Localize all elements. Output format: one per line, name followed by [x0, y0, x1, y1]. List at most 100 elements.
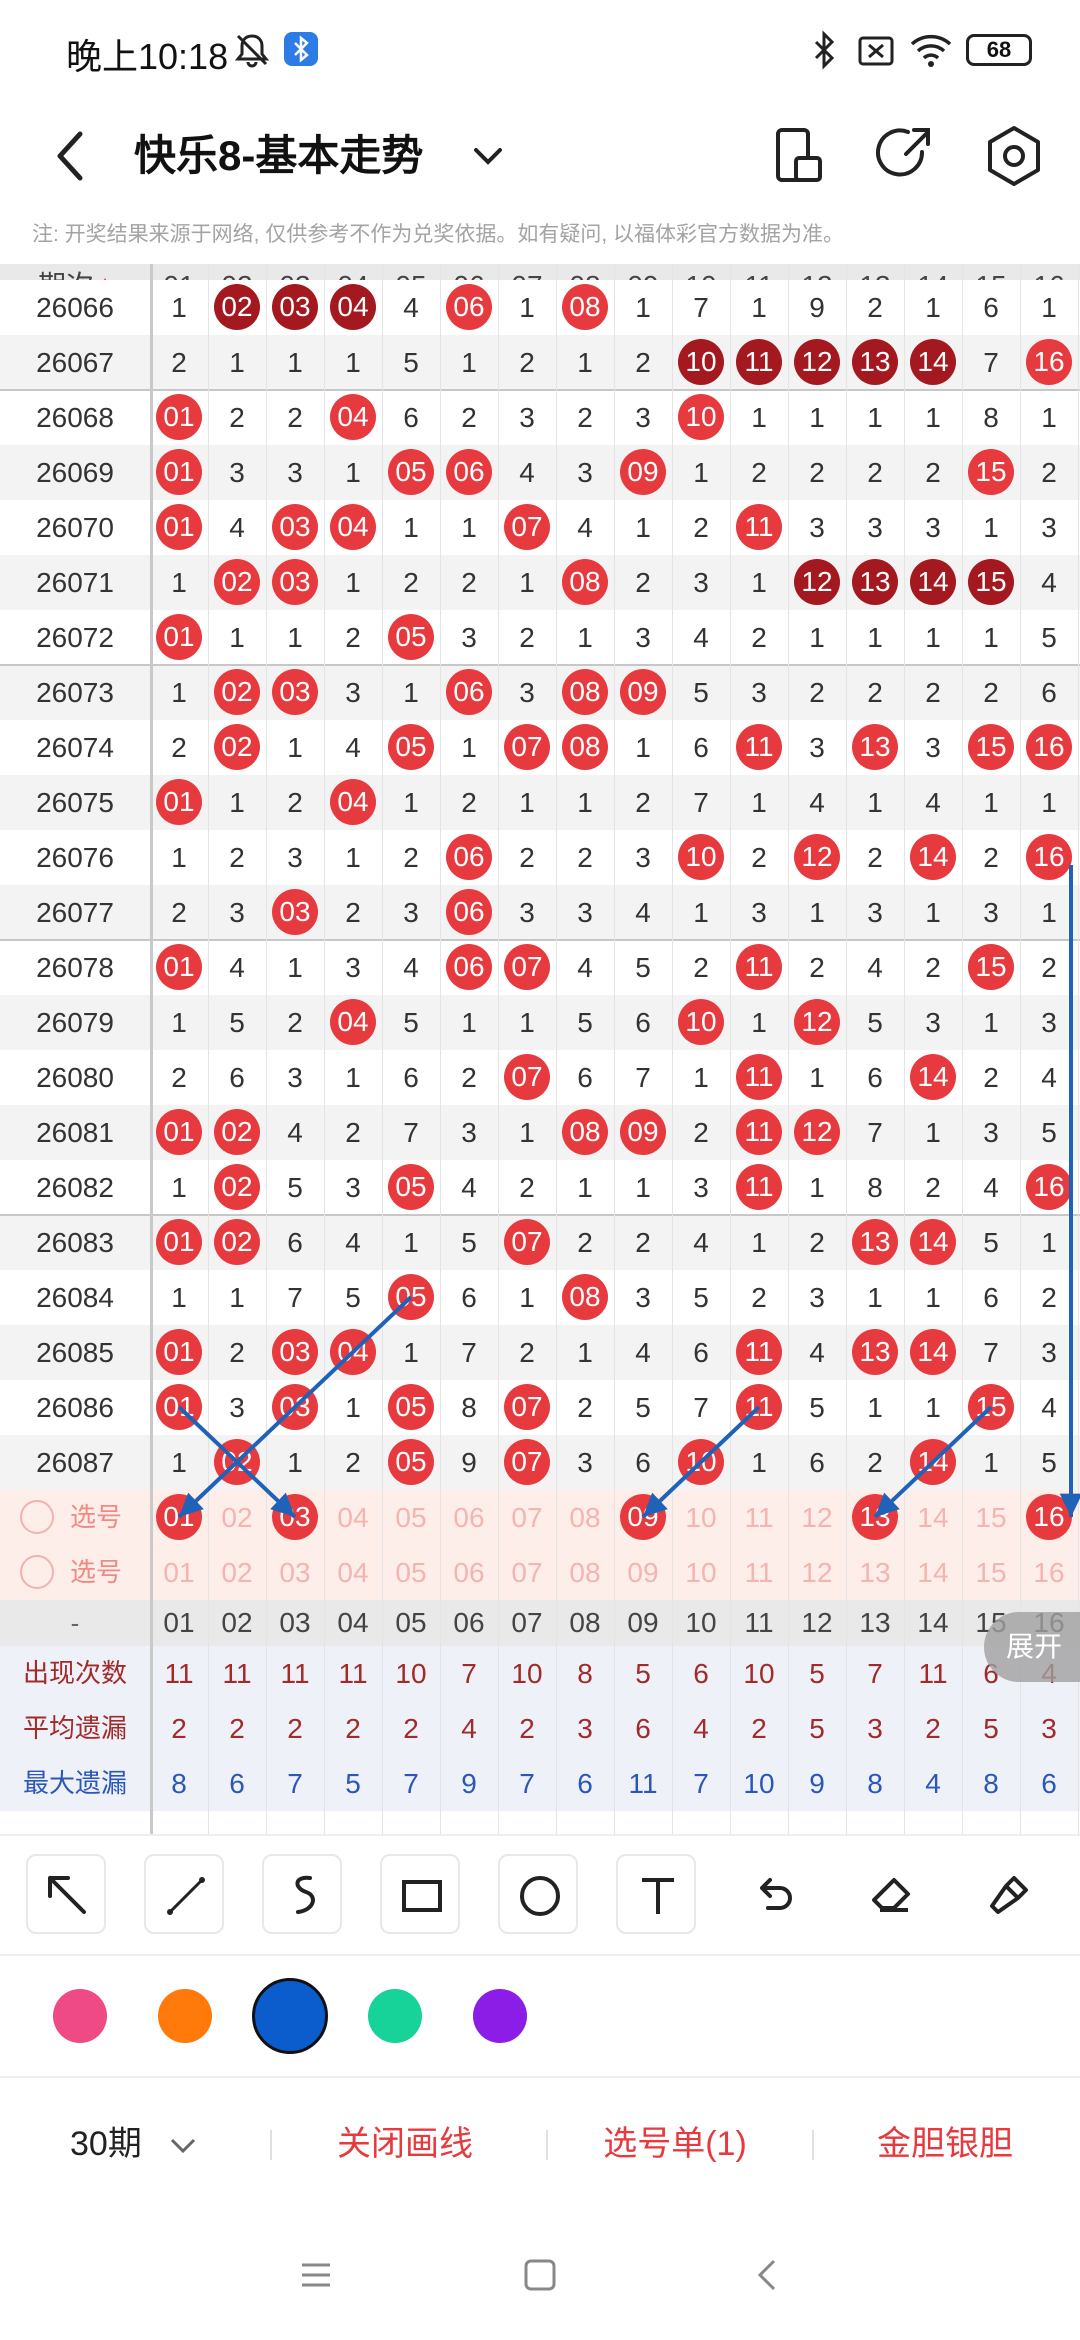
period-select[interactable]: 30期 [70, 2114, 220, 2174]
stats-value: 8 [171, 1768, 187, 1799]
tool-button[interactable] [852, 1854, 932, 1934]
tool-button[interactable] [26, 1854, 106, 1934]
pick-list-button[interactable]: 选号单(1) [570, 2114, 780, 2174]
winning-number-ball: 03 [272, 284, 318, 330]
share-icon[interactable] [862, 114, 946, 198]
winning-number-ball: 04 [330, 1329, 376, 1375]
settings-icon[interactable] [972, 114, 1056, 198]
close-lines-button[interactable]: 关闭画线 [300, 2114, 510, 2174]
pick-number[interactable]: 09 [614, 1545, 672, 1600]
omission-cell: 3 [983, 897, 999, 928]
back-arrow-icon[interactable] [40, 116, 100, 196]
page-title[interactable]: 快乐8-基本走势 [134, 118, 423, 194]
omission-cell: 2 [809, 457, 825, 488]
pick-number[interactable]: 14 [904, 1490, 962, 1545]
winning-number-ball: 12 [794, 834, 840, 880]
omission-cell: 3 [345, 952, 361, 983]
selected-number-ball[interactable]: 09 [620, 1494, 666, 1540]
chevron-down-icon[interactable] [468, 126, 508, 186]
pick-number[interactable]: 02 [208, 1490, 266, 1545]
selected-number-ball[interactable]: 03 [272, 1494, 318, 1540]
back-icon[interactable] [748, 2255, 788, 2295]
pick-number[interactable]: 07 [498, 1490, 556, 1545]
omission-cell: 2 [867, 1447, 883, 1478]
home-icon[interactable] [520, 2255, 560, 2295]
tool-button[interactable] [498, 1854, 578, 1934]
stats-value: 2 [345, 1713, 361, 1744]
menu-icon[interactable] [296, 2255, 336, 2295]
pick-radio[interactable] [20, 1500, 54, 1534]
pick-radio[interactable] [20, 1555, 54, 1589]
pick-number[interactable]: 07 [498, 1545, 556, 1600]
winning-number-ball: 12 [794, 1109, 840, 1155]
pick-number[interactable]: 02 [208, 1545, 266, 1600]
omission-cell: 1 [345, 347, 361, 378]
pick-number[interactable]: 10 [672, 1490, 730, 1545]
stats-value: 9 [809, 1768, 825, 1799]
pick-number[interactable]: 04 [324, 1490, 382, 1545]
color-swatch[interactable] [368, 1989, 422, 2043]
pick-number[interactable]: 08 [556, 1545, 614, 1600]
selected-number-ball[interactable]: 13 [852, 1494, 898, 1540]
pick-number[interactable]: 05 [382, 1490, 440, 1545]
color-swatch[interactable] [158, 1989, 212, 2043]
omission-cell: 2 [229, 402, 245, 433]
pick-number[interactable]: 11 [730, 1545, 788, 1600]
selected-number-ball[interactable]: 01 [156, 1494, 202, 1540]
winning-number-ball: 14 [910, 1439, 956, 1485]
winning-number-ball: 07 [504, 944, 550, 990]
pick-number[interactable]: 15 [962, 1545, 1020, 1600]
pick-number[interactable]: 16 [1020, 1545, 1078, 1600]
pick-number[interactable]: 08 [556, 1490, 614, 1545]
pick-number[interactable]: 12 [788, 1490, 846, 1545]
winning-number-ball: 02 [214, 1219, 260, 1265]
pick-number[interactable]: 01 [150, 1545, 208, 1600]
tool-button[interactable] [734, 1854, 814, 1934]
omission-cell: 1 [809, 622, 825, 653]
tool-button[interactable] [262, 1854, 342, 1934]
column-header: 06 [453, 1607, 485, 1638]
pick-number[interactable]: 14 [904, 1545, 962, 1600]
omission-cell: 3 [983, 1117, 999, 1148]
pick-number[interactable]: 04 [324, 1545, 382, 1600]
omission-cell: 7 [693, 1392, 709, 1423]
omission-cell: 1 [1041, 1227, 1057, 1258]
tool-button[interactable] [616, 1854, 696, 1934]
pick-number[interactable]: 06 [440, 1545, 498, 1600]
color-swatch[interactable] [53, 1989, 107, 2043]
omission-cell: 1 [867, 1282, 883, 1313]
selected-number-ball[interactable]: 16 [1026, 1494, 1072, 1540]
column-divider [440, 264, 441, 1834]
color-swatch[interactable] [473, 1989, 527, 2043]
tool-button[interactable] [380, 1854, 460, 1934]
omission-cell: 2 [345, 1447, 361, 1478]
gold-silver-button[interactable]: 金胆银胆 [840, 2114, 1050, 2174]
pick-number[interactable]: 03 [266, 1545, 324, 1600]
pick-number[interactable]: 11 [730, 1490, 788, 1545]
omission-cell: 2 [751, 1282, 767, 1313]
period-cell: 26072 [36, 622, 114, 653]
pick-number[interactable]: 05 [382, 1545, 440, 1600]
pick-number[interactable]: 15 [962, 1490, 1020, 1545]
winning-number-ball: 07 [504, 1439, 550, 1485]
pick-number[interactable]: 06 [440, 1490, 498, 1545]
omission-cell: 1 [519, 292, 535, 323]
line-icon [167, 1877, 205, 1915]
color-swatch-selected[interactable] [252, 1978, 328, 2054]
stats-value: 6 [229, 1768, 245, 1799]
expand-button[interactable]: 展开 [984, 1612, 1080, 1682]
pick-number[interactable]: 12 [788, 1545, 846, 1600]
tool-button[interactable] [970, 1854, 1050, 1934]
period-cell: 26082 [36, 1172, 114, 1203]
winning-number-ball: 14 [910, 339, 956, 385]
winning-number-ball: 03 [272, 1329, 318, 1375]
column-divider [962, 264, 963, 1834]
stats-value: 5 [345, 1768, 361, 1799]
omission-cell: 1 [809, 1062, 825, 1093]
omission-cell: 2 [577, 842, 593, 873]
winning-number-ball: 07 [504, 1219, 550, 1265]
pick-number[interactable]: 13 [846, 1545, 904, 1600]
tool-button[interactable] [144, 1854, 224, 1934]
pick-number[interactable]: 10 [672, 1545, 730, 1600]
phone-rotate-icon[interactable] [756, 114, 840, 198]
